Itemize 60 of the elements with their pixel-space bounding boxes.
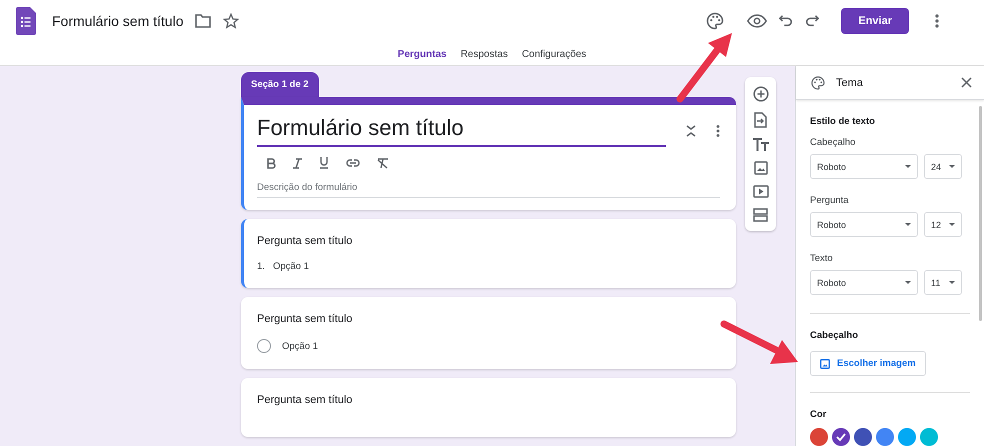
- form-title-field[interactable]: Formulário sem título: [257, 115, 666, 147]
- question-card[interactable]: Pergunta sem título: [241, 378, 736, 437]
- question-title: Pergunta sem título: [257, 235, 354, 247]
- palette-icon: [810, 74, 826, 90]
- color-swatch[interactable]: [898, 428, 916, 446]
- tab[interactable]: Respostas: [454, 45, 515, 69]
- clear-formatting-icon[interactable]: [377, 158, 389, 168]
- question-title: Pergunta sem título: [257, 394, 354, 406]
- star-icon[interactable]: [223, 13, 240, 29]
- size-dropdown[interactable]: 11: [924, 270, 962, 295]
- section-heading: Cabeçalho: [810, 330, 860, 341]
- color-swatch[interactable]: [876, 428, 894, 446]
- description-field[interactable]: Descrição do formulário: [257, 169, 720, 198]
- more-options-icon[interactable]: [935, 14, 939, 28]
- field-label: Texto: [810, 253, 834, 264]
- option-label: Opção 1: [272, 261, 309, 272]
- link-icon[interactable]: [346, 159, 360, 167]
- undo-icon[interactable]: [779, 14, 794, 28]
- import-questions-icon[interactable]: [754, 112, 767, 128]
- video-icon[interactable]: [752, 185, 768, 198]
- color-swatch[interactable]: [832, 428, 850, 446]
- redo-icon[interactable]: [805, 14, 820, 28]
- size-dropdown[interactable]: 24: [924, 154, 962, 179]
- font-dropdown[interactable]: Roboto: [810, 270, 918, 295]
- size-dropdown[interactable]: 12: [924, 212, 962, 237]
- add-question-icon[interactable]: [752, 86, 768, 102]
- option-label: Opção 1: [282, 340, 318, 352]
- italic-icon[interactable]: [293, 158, 302, 168]
- field-label: Cabeçalho: [810, 137, 856, 148]
- color-swatch[interactable]: [810, 428, 828, 446]
- forms-logo-icon[interactable]: [16, 7, 36, 35]
- tab[interactable]: Configurações: [514, 45, 594, 69]
- bold-icon[interactable]: [267, 158, 276, 168]
- image-icon: [820, 358, 830, 368]
- color-swatch[interactable]: [920, 428, 938, 446]
- eye-icon[interactable]: [747, 14, 768, 28]
- document-title[interactable]: Formulário sem título: [52, 13, 184, 29]
- underline-icon[interactable]: [319, 157, 329, 169]
- collapse-icon[interactable]: [686, 125, 696, 137]
- question-card[interactable]: Pergunta sem título Opção 1: [241, 297, 736, 369]
- option-number: 1.: [257, 261, 265, 272]
- font-dropdown[interactable]: Roboto: [810, 154, 918, 179]
- color-swatch[interactable]: [854, 428, 872, 446]
- field-label: Pergunta: [810, 195, 850, 206]
- section-heading: Cor: [810, 409, 828, 420]
- folder-icon[interactable]: [195, 14, 212, 28]
- radio-button[interactable]: [257, 339, 271, 353]
- image-icon[interactable]: [754, 161, 768, 175]
- section-heading: Estilo de texto: [810, 116, 876, 127]
- question-card[interactable]: Pergunta sem título 1. Opção 1: [241, 219, 736, 288]
- palette-icon[interactable]: [705, 11, 726, 31]
- more-options-icon[interactable]: [716, 125, 720, 137]
- close-icon[interactable]: [961, 77, 972, 88]
- question-title: Pergunta sem título: [257, 313, 354, 325]
- font-dropdown[interactable]: Roboto: [810, 212, 918, 237]
- choose-image-button[interactable]: Escolher imagem: [810, 351, 926, 376]
- title-text-icon[interactable]: [752, 138, 768, 151]
- panel-title: Tema: [836, 76, 864, 88]
- send-button[interactable]: Enviar: [841, 8, 909, 34]
- add-section-icon[interactable]: [753, 208, 768, 222]
